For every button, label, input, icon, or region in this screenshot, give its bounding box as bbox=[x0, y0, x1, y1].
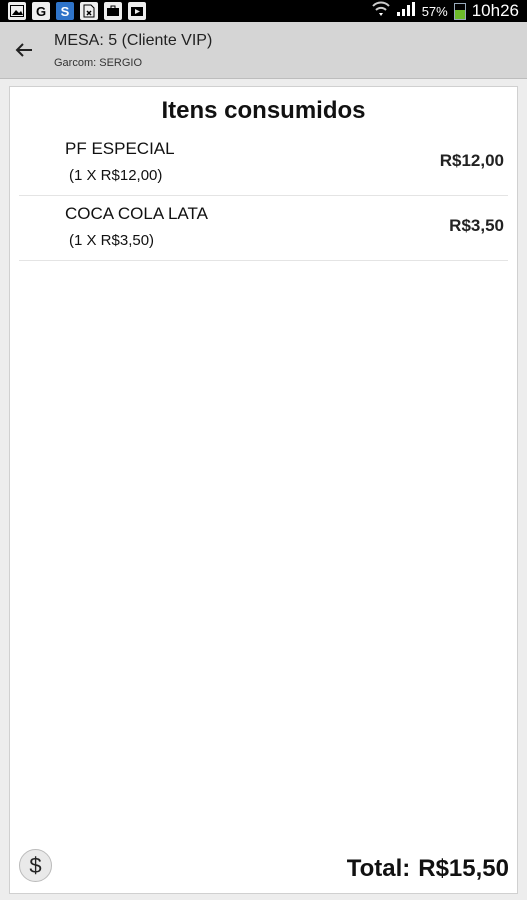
waiter-subtitle: Garcom: SERGIO bbox=[54, 57, 143, 69]
table-title: MESA: 5 (Cliente VIP) bbox=[54, 32, 213, 49]
action-bar: MESA: 5 (Cliente VIP) Garcom: SERGIO bbox=[0, 22, 527, 79]
item-price: R$3,50 bbox=[449, 216, 504, 235]
list-item[interactable]: PF ESPECIAL (1 X R$12,00) R$12,00 bbox=[19, 131, 508, 196]
arrow-left-icon bbox=[15, 43, 32, 57]
briefcase-icon bbox=[104, 2, 122, 20]
total-label: Total: bbox=[346, 855, 411, 882]
items-list: PF ESPECIAL (1 X R$12,00) R$12,00 COCA C… bbox=[19, 131, 508, 261]
file-x-icon bbox=[80, 2, 98, 20]
clock: 10h26 bbox=[471, 1, 519, 20]
battery-icon bbox=[453, 2, 466, 20]
item-price: R$12,00 bbox=[439, 151, 504, 170]
item-detail: (1 X R$12,00) bbox=[69, 167, 163, 184]
order-card: Itens consumidos PF ESPECIAL (1 X R$12,0… bbox=[9, 86, 518, 894]
order-total: Total: R$15,50 bbox=[347, 855, 509, 883]
battery-percent: 57% bbox=[421, 3, 448, 19]
wifi-icon bbox=[371, 1, 390, 22]
total-value: R$15,50 bbox=[418, 855, 509, 882]
signal-icon bbox=[396, 1, 416, 22]
notification-icons: G S bbox=[8, 2, 146, 20]
pay-button[interactable]: $ bbox=[19, 849, 52, 882]
image-icon bbox=[8, 2, 26, 20]
item-name: PF ESPECIAL bbox=[65, 139, 175, 158]
status-bar: G S 57% 10h26 bbox=[0, 0, 527, 22]
item-name: COCA COLA LATA bbox=[65, 204, 208, 223]
g-icon: G bbox=[32, 2, 50, 20]
play-store-icon bbox=[128, 2, 146, 20]
back-button[interactable] bbox=[10, 36, 38, 64]
skype-icon: S bbox=[56, 2, 74, 20]
list-item[interactable]: COCA COLA LATA (1 X R$3,50) R$3,50 bbox=[19, 196, 508, 261]
dollar-icon: $ bbox=[29, 852, 42, 878]
order-heading: Itens consumidos bbox=[161, 97, 366, 124]
item-detail: (1 X R$3,50) bbox=[69, 232, 155, 249]
